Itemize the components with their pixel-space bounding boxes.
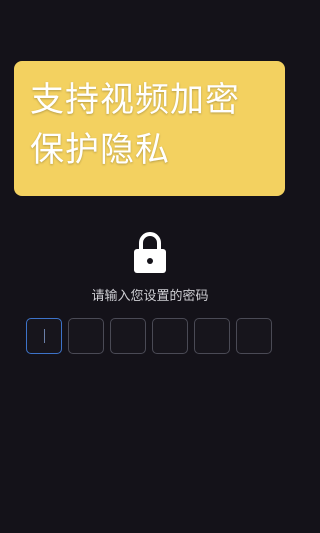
passcode-digit-2[interactable] <box>68 318 104 354</box>
promo-line-2: 保护隐私 <box>30 130 170 170</box>
passcode-digit-4[interactable] <box>152 318 188 354</box>
promo-banner: 支持视频加密 保护隐私 <box>14 61 285 196</box>
passcode-digit-3[interactable] <box>110 318 146 354</box>
passcode-input-row[interactable] <box>26 318 274 354</box>
passcode-screen: 支持视频加密 保护隐私 请输入您设置的密码 <box>0 0 300 533</box>
lock-icon <box>134 232 166 273</box>
passcode-digit-5[interactable] <box>194 318 230 354</box>
promo-line-1: 支持视频加密 <box>30 80 240 120</box>
passcode-digit-6[interactable] <box>236 318 272 354</box>
text-caret <box>44 329 45 343</box>
passcode-digit-1[interactable] <box>26 318 62 354</box>
passcode-prompt: 请输入您设置的密码 <box>91 289 209 304</box>
